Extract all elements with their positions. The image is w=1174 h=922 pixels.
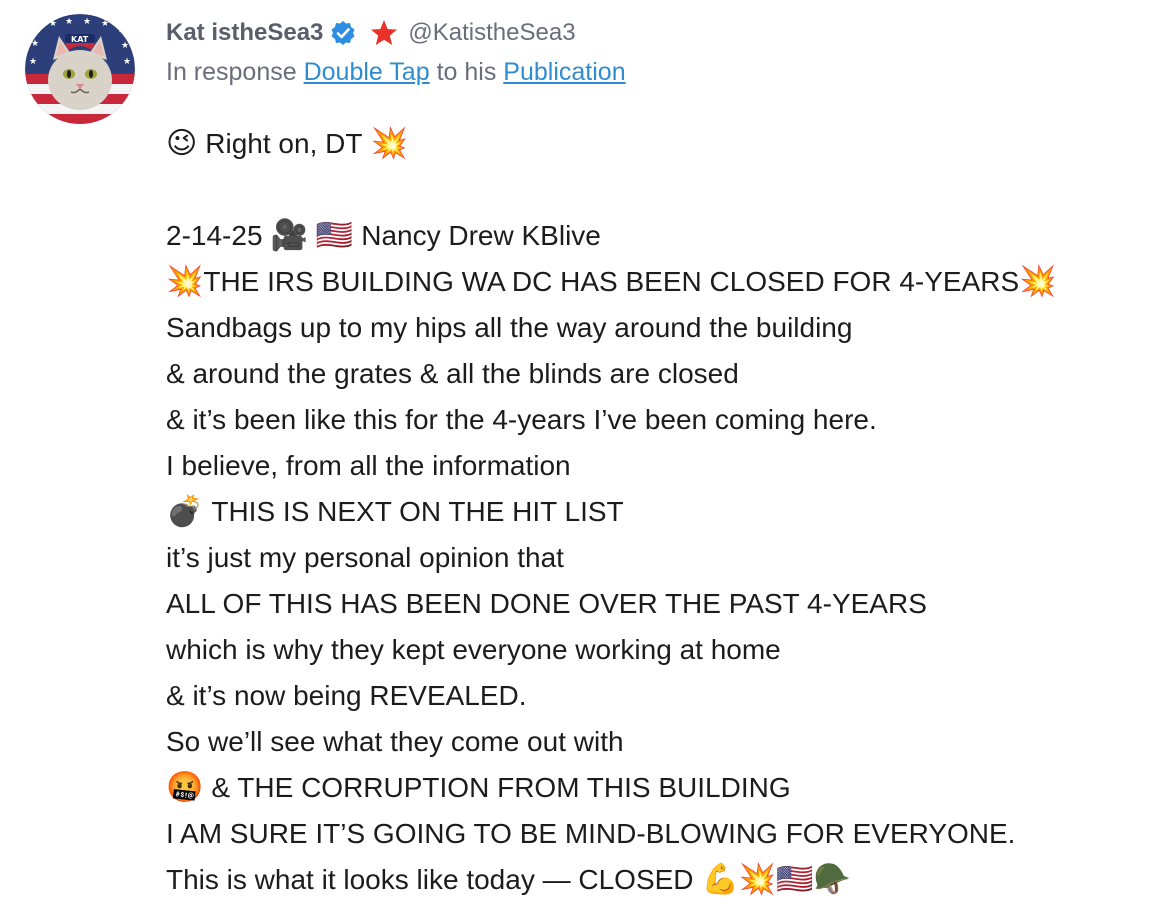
avatar[interactable]: ★ ★ ★ ★ ★ ★ ★ ★ ★ ★ KAT <box>25 14 135 124</box>
post-header: Kat istheSea3 @KatistheSea3 In response … <box>166 14 1166 96</box>
cursing-face-emoji-icon: 🤬 <box>166 770 204 805</box>
author-row: Kat istheSea3 @KatistheSea3 <box>166 14 1166 52</box>
cat-flag-avatar-image: ★ ★ ★ ★ ★ ★ ★ ★ ★ ★ KAT <box>25 14 135 124</box>
red-star-icon <box>370 19 398 47</box>
body-line-11: which is why they kept everyone working … <box>166 634 781 665</box>
body-text: Nancy Drew KBlive <box>361 220 601 251</box>
body-line-15: I AM SURE IT’S GOING TO BE MIND-BLOWING … <box>166 818 1016 849</box>
svg-text:★: ★ <box>31 39 39 49</box>
reply-context: In response Double Tap to his Publicatio… <box>166 58 1166 96</box>
body-line-10: ALL OF THIS HAS BEEN DONE OVER THE PAST … <box>166 588 927 619</box>
collision-emoji-icon: 💥 <box>370 126 408 161</box>
svg-text:KAT: KAT <box>71 35 89 44</box>
body-line-6: & it’s been like this for the 4-years I’… <box>166 404 877 435</box>
svg-text:★: ★ <box>83 17 91 27</box>
body-text: THIS IS NEXT ON THE HIT LIST <box>211 496 624 527</box>
display-name[interactable]: Kat istheSea3 <box>166 19 323 47</box>
svg-text:★: ★ <box>101 19 109 29</box>
publication-link[interactable]: Publication <box>503 58 625 86</box>
svg-text:★: ★ <box>49 19 57 29</box>
collision-emoji-icon: 💥 <box>166 264 204 299</box>
body-line-9: it’s just my personal opinion that <box>166 542 564 573</box>
body-line-5: & around the grates & all the blinds are… <box>166 358 739 389</box>
body-line-8: 💣 THIS IS NEXT ON THE HIT LIST <box>166 489 1166 535</box>
svg-text:★: ★ <box>123 57 131 67</box>
collision-emoji-icon: 💥 <box>1019 264 1057 299</box>
body-line-2: 2-14-25 🎥 🇺🇸 Nancy Drew KBlive <box>166 213 1166 259</box>
body-line-16: This is what it looks like today — CLOSE… <box>166 857 1166 903</box>
user-handle[interactable]: @KatistheSea3 <box>408 19 575 47</box>
flex-collision-flag-helmet-emoji-icon: 💪💥🇺🇸🪖 <box>701 862 851 897</box>
body-line-7: I believe, from all the information <box>166 450 571 481</box>
reply-middle: to his <box>436 58 497 86</box>
svg-text:★: ★ <box>33 23 41 33</box>
body-text: Right on, DT <box>205 128 363 159</box>
verified-badge-icon <box>330 20 356 46</box>
body-text: THE IRS BUILDING WA DC HAS BEEN CLOSED F… <box>203 266 1020 297</box>
svg-text:★: ★ <box>117 25 125 35</box>
body-text: & THE CORRUPTION FROM THIS BUILDING <box>211 772 791 803</box>
svg-text:★: ★ <box>65 17 73 27</box>
body-line-3: 💥 THE IRS BUILDING WA DC HAS BEEN CLOSED… <box>166 259 1166 305</box>
movie-camera-emoji-icon: 🎥 <box>270 218 308 253</box>
body-line-14: 🤬 & THE CORRUPTION FROM THIS BUILDING <box>166 765 1166 811</box>
us-flag-emoji-icon: 🇺🇸 <box>315 218 354 253</box>
body-line-4: Sandbags up to my hips all the way aroun… <box>166 312 853 343</box>
bomb-emoji-icon: 💣 <box>166 494 204 529</box>
body-line-13: So we’ll see what they come out with <box>166 726 624 757</box>
reply-target-link[interactable]: Double Tap <box>304 58 430 86</box>
wink-emoji-icon: 😉 <box>166 126 198 161</box>
body-text: This is what it looks like today — CLOSE… <box>166 864 694 895</box>
svg-text:★: ★ <box>29 57 37 67</box>
svg-text:★: ★ <box>121 41 129 51</box>
post-body: 😉 Right on, DT 💥 2-14-25 🎥 🇺🇸 Nancy Drew… <box>166 121 1166 903</box>
post-date: 2-14-25 <box>166 220 263 251</box>
body-line-1: 😉 Right on, DT 💥 <box>166 121 1166 167</box>
reply-prefix: In response <box>166 58 297 86</box>
body-line-12: & it’s now being REVEALED. <box>166 680 527 711</box>
